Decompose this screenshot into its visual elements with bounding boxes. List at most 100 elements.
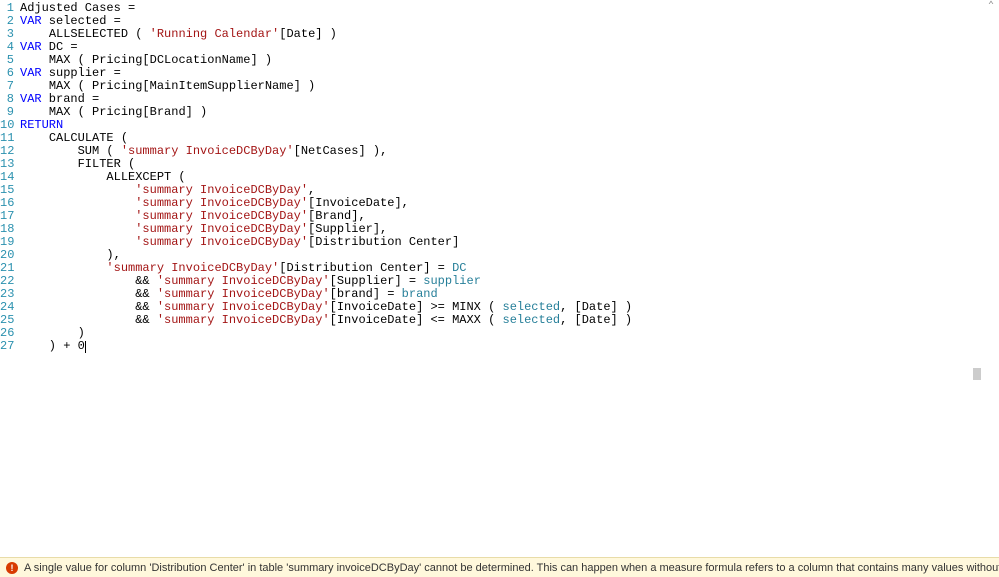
code-token: , xyxy=(308,183,315,197)
code-token: [InvoiceDate], xyxy=(308,196,409,210)
error-message: A single value for column 'Distribution … xyxy=(24,562,999,574)
line-content[interactable]: MAX ( Pricing[MainItemSupplierName] ) xyxy=(20,80,999,93)
code-token: [Brand], xyxy=(308,209,366,223)
code-token: , [Date] ) xyxy=(560,313,632,327)
code-line[interactable]: 12 SUM ( 'summary InvoiceDCByDay'[NetCas… xyxy=(0,145,999,158)
code-token: ) xyxy=(20,326,85,340)
code-token: 'summary InvoiceDCByDay' xyxy=(157,313,330,327)
code-token: selected xyxy=(42,14,114,28)
code-token xyxy=(20,131,49,145)
code-token: 'summary InvoiceDCByDay' xyxy=(106,261,279,275)
code-token: = xyxy=(92,92,99,106)
code-token: [NetCases] ), xyxy=(294,144,388,158)
code-token: ), xyxy=(20,248,121,262)
line-content[interactable]: Adjusted Cases = xyxy=(20,2,999,15)
code-token: ( Pricing[Brand] ) xyxy=(70,105,207,119)
code-token: 'summary InvoiceDCByDay' xyxy=(157,287,330,301)
code-line[interactable]: 7 MAX ( Pricing[MainItemSupplierName] ) xyxy=(0,80,999,93)
line-content[interactable]: SUM ( 'summary InvoiceDCByDay'[NetCases]… xyxy=(20,145,999,158)
code-token: 'summary InvoiceDCByDay' xyxy=(135,196,308,210)
code-token xyxy=(20,235,135,249)
code-token xyxy=(20,79,49,93)
dax-editor[interactable]: ⌃ 1Adjusted Cases =2VAR selected =3 ALLS… xyxy=(0,0,999,555)
code-token: [Distribution Center] xyxy=(308,235,459,249)
line-content[interactable]: MAX ( Pricing[DCLocationName] ) xyxy=(20,54,999,67)
text-cursor xyxy=(85,341,86,353)
code-token: CALCULATE xyxy=(49,131,114,145)
code-line[interactable]: 5 MAX ( Pricing[DCLocationName] ) xyxy=(0,54,999,67)
code-line[interactable]: 9 MAX ( Pricing[Brand] ) xyxy=(0,106,999,119)
code-token: MAX xyxy=(49,53,71,67)
code-token: [Supplier] = xyxy=(330,274,424,288)
code-token: 'summary InvoiceDCByDay' xyxy=(157,274,330,288)
code-token: supplier xyxy=(423,274,481,288)
code-token: && xyxy=(20,287,157,301)
code-token: ALLSELECTED xyxy=(49,27,128,41)
code-token xyxy=(20,209,135,223)
code-token: 'Running Calendar' xyxy=(150,27,280,41)
line-content[interactable]: RETURN xyxy=(20,119,999,132)
code-token: [InvoiceDate] <= xyxy=(330,313,452,327)
error-bar: ! A single value for column 'Distributio… xyxy=(0,557,999,577)
code-token: ( xyxy=(128,27,150,41)
scroll-up-indicator[interactable]: ⌃ xyxy=(985,0,997,10)
line-content[interactable]: MAX ( Pricing[Brand] ) xyxy=(20,106,999,119)
code-token: = xyxy=(114,66,121,80)
code-token: ( xyxy=(114,131,128,145)
code-token: SUM xyxy=(78,144,100,158)
code-token: [Supplier], xyxy=(308,222,387,236)
code-token: Adjusted Cases xyxy=(20,1,128,15)
code-token: DC xyxy=(42,40,71,54)
code-token: selected xyxy=(503,313,561,327)
code-token xyxy=(20,261,106,275)
code-token: ) + 0 xyxy=(20,339,85,353)
code-token xyxy=(20,222,135,236)
code-token: MINX xyxy=(452,300,481,314)
code-line[interactable]: 1Adjusted Cases = xyxy=(0,2,999,15)
code-token xyxy=(20,196,135,210)
code-token xyxy=(20,183,135,197)
code-token: supplier xyxy=(42,66,114,80)
code-token: selected xyxy=(503,300,561,314)
code-line[interactable]: 19 'summary InvoiceDCByDay'[Distribution… xyxy=(0,236,999,249)
code-token: 'summary InvoiceDCByDay' xyxy=(135,222,308,236)
code-token xyxy=(20,27,49,41)
code-token: [Date] ) xyxy=(279,27,337,41)
code-area[interactable]: 1Adjusted Cases =2VAR selected =3 ALLSEL… xyxy=(0,0,999,353)
code-token: && xyxy=(20,300,157,314)
code-token xyxy=(20,53,49,67)
code-token: = xyxy=(114,14,121,28)
code-line[interactable]: 10RETURN xyxy=(0,119,999,132)
code-token: 'summary InvoiceDCByDay' xyxy=(135,235,308,249)
code-token: brand xyxy=(402,287,438,301)
code-token: 'summary InvoiceDCByDay' xyxy=(157,300,330,314)
code-token: VAR xyxy=(20,40,42,54)
code-token: VAR xyxy=(20,66,42,80)
line-content[interactable]: ) + 0 xyxy=(20,340,999,353)
code-token: VAR xyxy=(20,14,42,28)
line-content[interactable]: ALLSELECTED ( 'Running Calendar'[Date] ) xyxy=(20,28,999,41)
code-token: ( xyxy=(99,144,121,158)
code-line[interactable]: 27 ) + 0 xyxy=(0,340,999,353)
code-line[interactable]: 3 ALLSELECTED ( 'Running Calendar'[Date]… xyxy=(0,28,999,41)
code-token: ( xyxy=(481,313,503,327)
code-token xyxy=(20,144,78,158)
code-token: MAXX xyxy=(452,313,481,327)
code-token: ( xyxy=(121,157,135,171)
code-token: 'summary InvoiceDCByDay' xyxy=(135,209,308,223)
line-content[interactable]: ) xyxy=(20,327,999,340)
code-line[interactable]: 25 && 'summary InvoiceDCByDay'[InvoiceDa… xyxy=(0,314,999,327)
scrollbar-position-mark[interactable] xyxy=(973,368,981,380)
code-token: [Distribution Center] = xyxy=(279,261,452,275)
code-line[interactable]: 26 ) xyxy=(0,327,999,340)
code-token: , [Date] ) xyxy=(560,300,632,314)
code-token: ( Pricing[DCLocationName] ) xyxy=(70,53,272,67)
code-token xyxy=(20,157,78,171)
error-icon: ! xyxy=(6,562,18,574)
line-content[interactable]: 'summary InvoiceDCByDay'[Distribution Ce… xyxy=(20,236,999,249)
code-token: MAX xyxy=(49,79,71,93)
code-token: = xyxy=(70,40,77,54)
line-content[interactable]: && 'summary InvoiceDCByDay'[InvoiceDate]… xyxy=(20,314,999,327)
code-token: 'summary InvoiceDCByDay' xyxy=(121,144,294,158)
line-number: 27 xyxy=(0,340,20,353)
